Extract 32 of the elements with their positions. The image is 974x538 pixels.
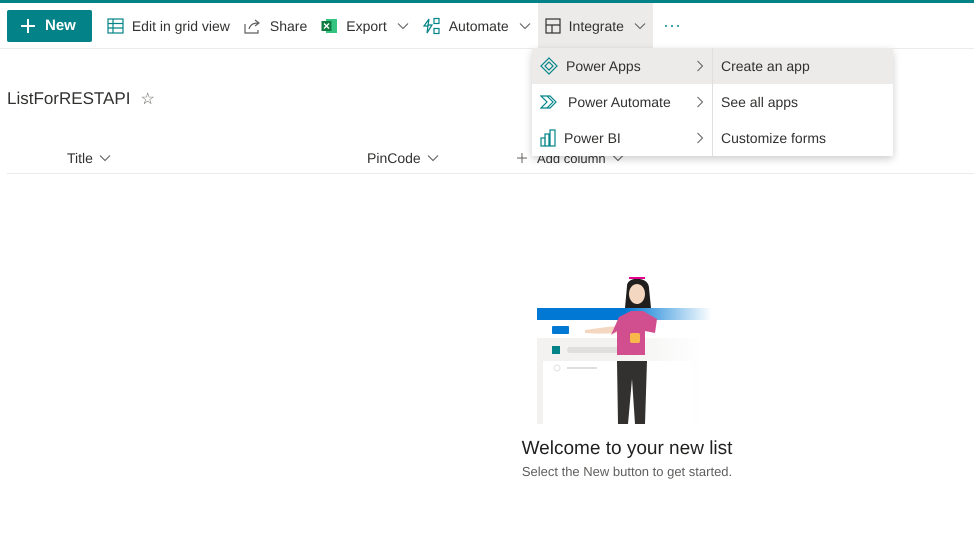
empty-hint: Select the New button to get started.	[522, 464, 732, 479]
bar-chart-icon	[540, 129, 556, 147]
chevron-right-icon	[696, 60, 704, 72]
empty-heading: Welcome to your new list	[522, 438, 732, 460]
chevron-down-icon	[518, 22, 531, 30]
column-header[interactable]: PinCode	[367, 150, 517, 166]
toolbar-button[interactable]: Edit in grid view	[100, 3, 237, 48]
chevron-down-icon	[612, 154, 624, 162]
diamond-icon	[540, 57, 558, 75]
column-header[interactable]: Title	[67, 150, 367, 166]
spreadsheet-icon	[321, 18, 338, 34]
grid-icon	[106, 18, 124, 34]
plus-icon	[21, 18, 35, 32]
chevron-right-icon	[696, 132, 704, 144]
list-title: ListForRESTAPI	[7, 89, 130, 109]
plus-icon	[517, 153, 527, 163]
toolbar-button[interactable]: Automate	[416, 3, 538, 48]
chevron-down-icon	[426, 154, 439, 162]
toolbar-button[interactable]: Integrate	[538, 3, 653, 48]
share-icon	[244, 18, 262, 34]
layout-icon	[544, 18, 561, 34]
toolbar-button[interactable]: Export	[314, 3, 416, 48]
chevron-down-icon	[396, 22, 409, 30]
menu-item[interactable]: Power Apps	[532, 48, 712, 84]
favorite-star[interactable]: ☆	[140, 89, 154, 109]
toolbar-button[interactable]: New	[7, 10, 92, 42]
chevron-down-icon	[634, 22, 646, 30]
chevron-down-icon	[98, 154, 111, 162]
flow-icon	[422, 16, 441, 34]
toolbar-button[interactable]: Share	[236, 3, 314, 48]
chevron-right-icon	[696, 96, 704, 108]
menu-item[interactable]: Create an app	[713, 48, 893, 84]
